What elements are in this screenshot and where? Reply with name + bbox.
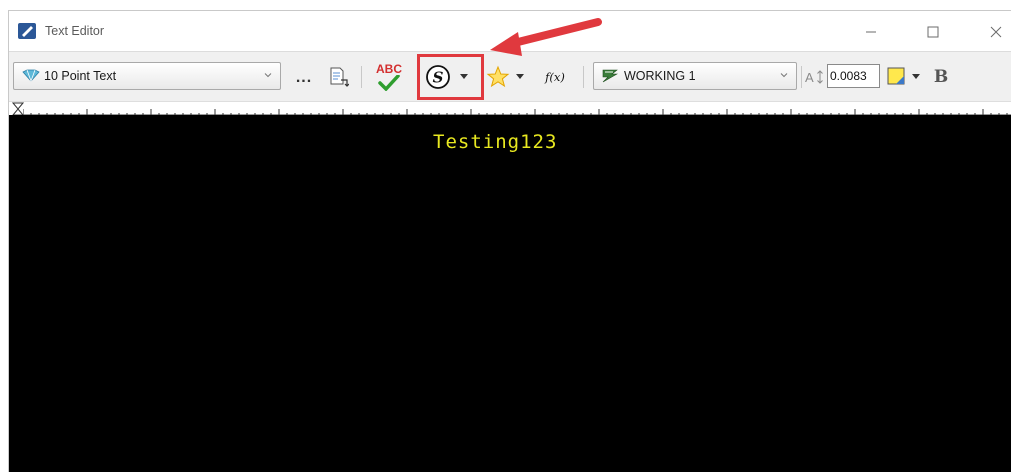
checkmark-icon [378,75,400,91]
close-button[interactable] [984,21,1008,43]
color-swatch-icon [887,67,905,85]
minimize-icon [866,31,876,33]
favorites-dropdown-button[interactable] [513,70,527,84]
color-button[interactable] [885,65,907,87]
ruler [9,101,1011,116]
svg-text:A: A [805,70,814,85]
spell-check-button[interactable]: ABC [369,58,409,96]
text-editor-window: Text Editor 10 Point Text ... ABC S f(x)… [8,10,1011,472]
level-icon [602,69,618,83]
import-document-icon [330,67,349,87]
maximize-icon [927,26,939,38]
editor-text-content: Testing123 [433,131,558,153]
bold-button[interactable]: B [929,65,953,89]
app-icon [18,23,36,39]
insert-field-label: f(x) [545,70,565,84]
level-value: WORKING 1 [624,69,696,83]
text-height-icon-holder: A [805,68,825,86]
chevron-down-icon [780,73,788,78]
window-title: Text Editor [45,24,105,38]
caret-down-icon [912,74,920,79]
level-dropdown[interactable]: WORKING 1 [593,62,797,90]
text-height-icon: A [805,70,823,85]
text-style-dropdown[interactable]: 10 Point Text [13,62,281,90]
text-style-icon [22,69,40,83]
spell-check-label: ABC [376,62,402,76]
text-height-input[interactable]: 0.0083 [827,64,880,88]
caret-down-icon [516,74,524,79]
annotation-arrow [490,18,602,56]
minimize-button[interactable] [859,21,883,43]
close-icon [990,26,1002,38]
text-editing-area[interactable]: Testing123 [9,115,1011,472]
more-options-button[interactable]: ... [293,68,315,88]
maximize-button[interactable] [921,21,945,43]
color-dropdown-button[interactable] [909,70,923,84]
import-text-button[interactable] [325,65,351,89]
chevron-down-icon [264,73,272,78]
text-style-value: 10 Point Text [44,69,117,83]
toolbar-separator [361,66,362,88]
toolbar-separator [801,66,802,88]
